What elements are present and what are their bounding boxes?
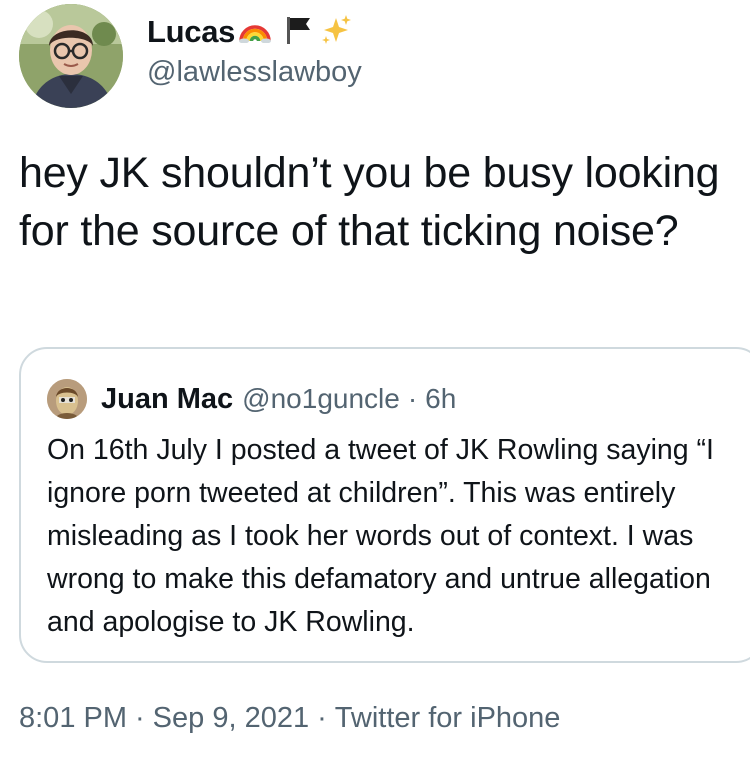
tweet-date[interactable]: Sep 9, 2021 bbox=[153, 702, 309, 735]
quoted-display-name[interactable]: Juan Mac bbox=[101, 383, 233, 416]
quoted-avatar[interactable] bbox=[47, 379, 87, 419]
footer-separator: · bbox=[317, 702, 327, 734]
quoted-handle[interactable]: @no1guncle bbox=[242, 383, 400, 415]
quoted-tweet-header: Juan Mac @no1guncle · 6h bbox=[47, 377, 456, 421]
rainbow-emoji bbox=[238, 17, 272, 48]
author-name-row: Lucas bbox=[147, 12, 352, 52]
author-display-name[interactable]: Lucas bbox=[147, 14, 235, 50]
tweet-text: hey JK shouldn’t you be busy looking for… bbox=[19, 149, 720, 255]
quoted-avatar-image bbox=[47, 379, 87, 419]
black-flag-emoji bbox=[284, 15, 312, 50]
quoted-tweet-text: On 16th July I posted a tweet of JK Rowl… bbox=[47, 434, 714, 638]
avatar-image bbox=[19, 4, 123, 108]
quoted-separator: · bbox=[407, 383, 418, 414]
quoted-time-ago[interactable]: 6h bbox=[425, 383, 456, 415]
footer-separator: · bbox=[135, 702, 145, 734]
author-handle[interactable]: @lawlesslawboy bbox=[147, 56, 362, 89]
quoted-tweet-card[interactable]: Juan Mac @no1guncle · 6h On 16th July I … bbox=[19, 347, 750, 663]
tweet-time[interactable]: 8:01 PM bbox=[19, 702, 127, 735]
avatar[interactable] bbox=[19, 4, 123, 108]
tweet-footer: 8:01 PM · Sep 9, 2021 · Twitter for iPho… bbox=[19, 702, 560, 735]
tweet: Lucas @lawlesslawboy hey JK shouldn’t yo… bbox=[0, 0, 750, 763]
sparkles-emoji bbox=[320, 14, 352, 51]
tweet-source[interactable]: Twitter for iPhone bbox=[335, 702, 561, 735]
